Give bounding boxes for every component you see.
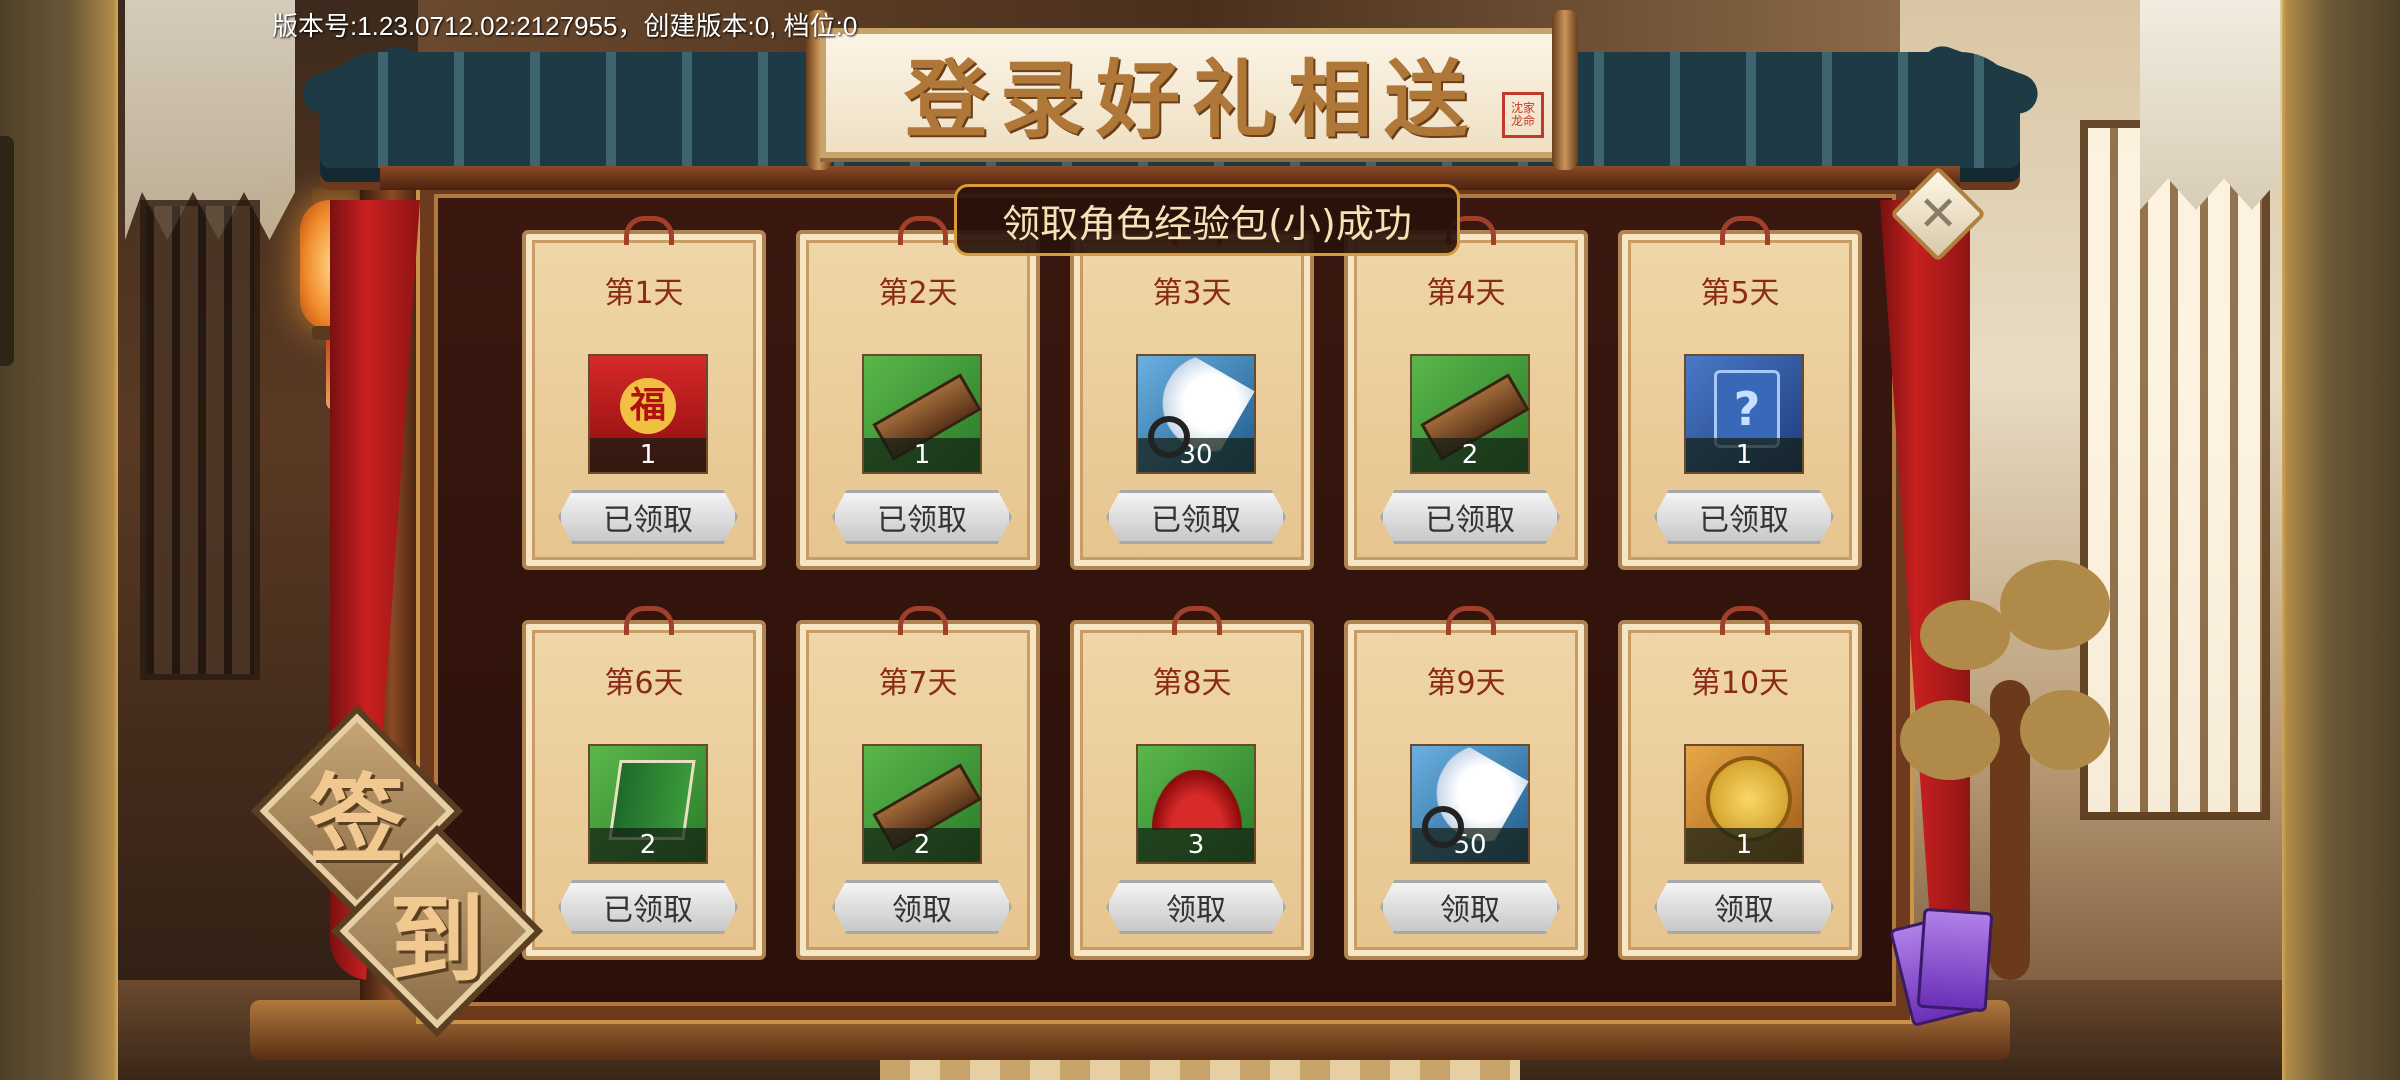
day-card: 第3天 30 已领取 [1070, 216, 1314, 570]
game-screen: 登录好礼相送 沈家龙命 版本号:1.23.0712.02:2127955，创建版… [0, 0, 2400, 1080]
day-label: 第2天 [878, 276, 958, 311]
device-notch [0, 136, 14, 366]
title-scroll: 登录好礼相送 沈家龙命 [820, 28, 1564, 158]
panel-title: 登录好礼相送 [903, 49, 1480, 149]
window-left [140, 200, 260, 680]
item-count: 2 [1412, 438, 1528, 472]
day-label: 第7天 [878, 666, 958, 701]
claimed-button[interactable]: 已领取 [1654, 490, 1834, 544]
item-count: 3 [1138, 828, 1254, 862]
day-label: 第3天 [1152, 276, 1232, 311]
item-count: 2 [864, 828, 980, 862]
day-card: 第6天 2 已领取 [522, 606, 766, 960]
item-count: 1 [1686, 438, 1802, 472]
claimed-button[interactable]: 已领取 [558, 880, 738, 934]
version-info: 版本号:1.23.0712.02:2127955，创建版本:0, 档位:0 [272, 11, 858, 41]
claim-button[interactable]: 领取 [1106, 880, 1286, 934]
day-card: 第9天 50 领取 [1344, 606, 1588, 960]
claimed-button[interactable]: 已领取 [1380, 490, 1560, 544]
item-count: 1 [864, 438, 980, 472]
day-card: 第10天 1 领取 [1618, 606, 1862, 960]
item-count: 50 [1412, 828, 1528, 862]
day-label: 第9天 [1426, 666, 1506, 701]
scroll-box-icon[interactable]: 1 [862, 354, 982, 474]
feather-fan-icon[interactable]: 30 [1136, 354, 1256, 474]
close-icon: ✕ [1917, 186, 1959, 242]
day-card: 第1天 1 已领取 [522, 216, 766, 570]
day-label: 第6天 [604, 666, 684, 701]
day-label: 第8天 [1152, 666, 1232, 701]
day-card: 第8天 3 领取 [1070, 606, 1314, 960]
red-seal-stamp: 沈家龙命 [1502, 92, 1544, 138]
day-label: 第10天 [1690, 666, 1790, 701]
item-count: 1 [1686, 828, 1802, 862]
claim-button[interactable]: 领取 [1654, 880, 1834, 934]
hanging-banner-right [2140, 0, 2280, 210]
claimed-button[interactable]: 已领取 [558, 490, 738, 544]
scroll-box-icon[interactable]: 2 [862, 744, 982, 864]
day-label: 第1天 [604, 276, 684, 311]
badge-char-qian: 签 [309, 762, 405, 876]
scroll-rod-right [1552, 10, 1578, 170]
day-card: 第2天 1 已领取 [796, 216, 1040, 570]
card-deck-icon[interactable] [1888, 900, 2000, 1040]
device-frame-left [0, 0, 118, 1080]
red-envelope-icon[interactable]: 1 [588, 354, 708, 474]
day-label: 第4天 [1426, 276, 1506, 311]
scroll-box-icon[interactable]: 2 [1410, 354, 1530, 474]
red-powder-icon[interactable]: 3 [1136, 744, 1256, 864]
claim-success-toast: 领取角色经验包(小)成功 [954, 184, 1460, 256]
claim-button[interactable]: 领取 [832, 880, 1012, 934]
day-label: 第5天 [1700, 276, 1780, 311]
day-card: 第5天 1 已领取 [1618, 216, 1862, 570]
claimed-button[interactable]: 已领取 [1106, 490, 1286, 544]
mystery-card-icon[interactable]: 1 [1684, 354, 1804, 474]
item-count: 1 [590, 438, 706, 472]
feather-fan-icon[interactable]: 50 [1410, 744, 1530, 864]
skill-book-icon[interactable]: 2 [588, 744, 708, 864]
badge-char-dao: 到 [389, 882, 485, 996]
item-count: 2 [590, 828, 706, 862]
day-card: 第4天 2 已领取 [1344, 216, 1588, 570]
item-count: 30 [1138, 438, 1254, 472]
gold-coin-icon[interactable]: 1 [1684, 744, 1804, 864]
claimed-button[interactable]: 已领取 [832, 490, 1012, 544]
day-card: 第7天 2 领取 [796, 606, 1040, 960]
claim-button[interactable]: 领取 [1380, 880, 1560, 934]
device-frame-right [2282, 0, 2400, 1080]
day-reward-grid: 第1天1已领取第2天1已领取第3天30已领取第4天2已领取第5天1已领取第6天2… [522, 216, 1862, 970]
